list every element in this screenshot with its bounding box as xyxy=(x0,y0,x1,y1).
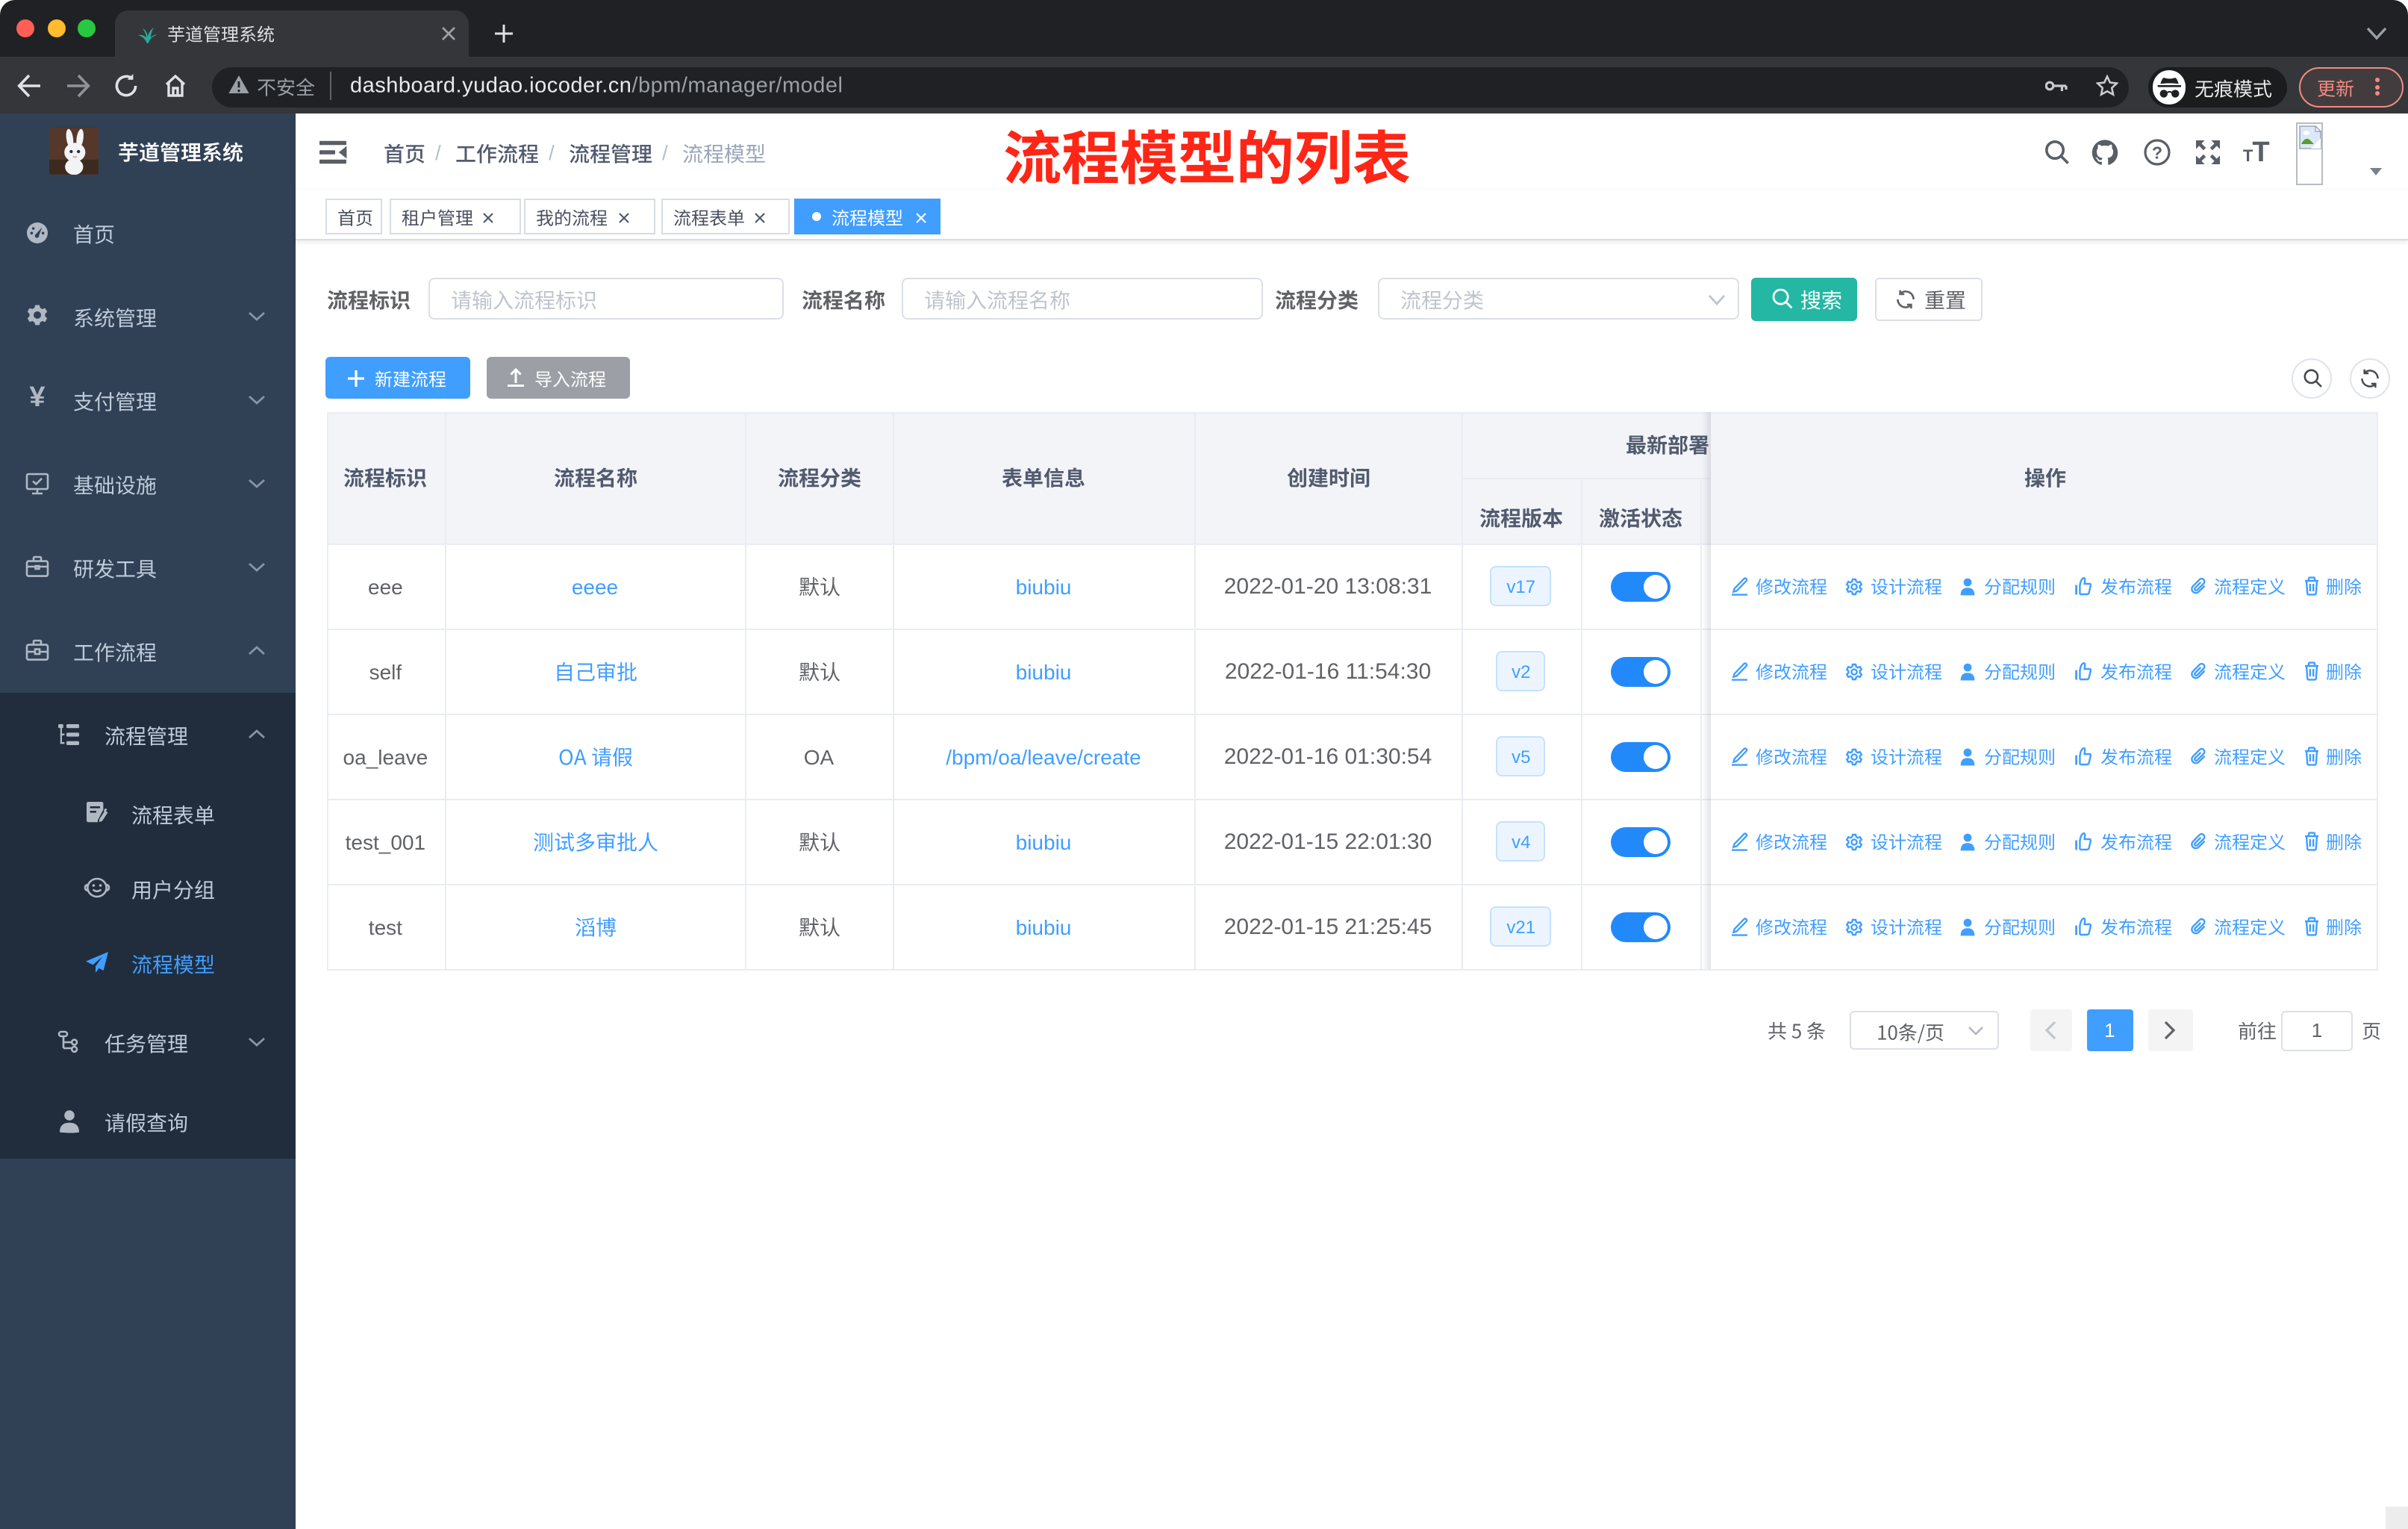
svg-text:T: T xyxy=(2252,139,2269,166)
svg-text:T: T xyxy=(2243,146,2253,165)
svg-text:?: ? xyxy=(2152,143,2162,162)
